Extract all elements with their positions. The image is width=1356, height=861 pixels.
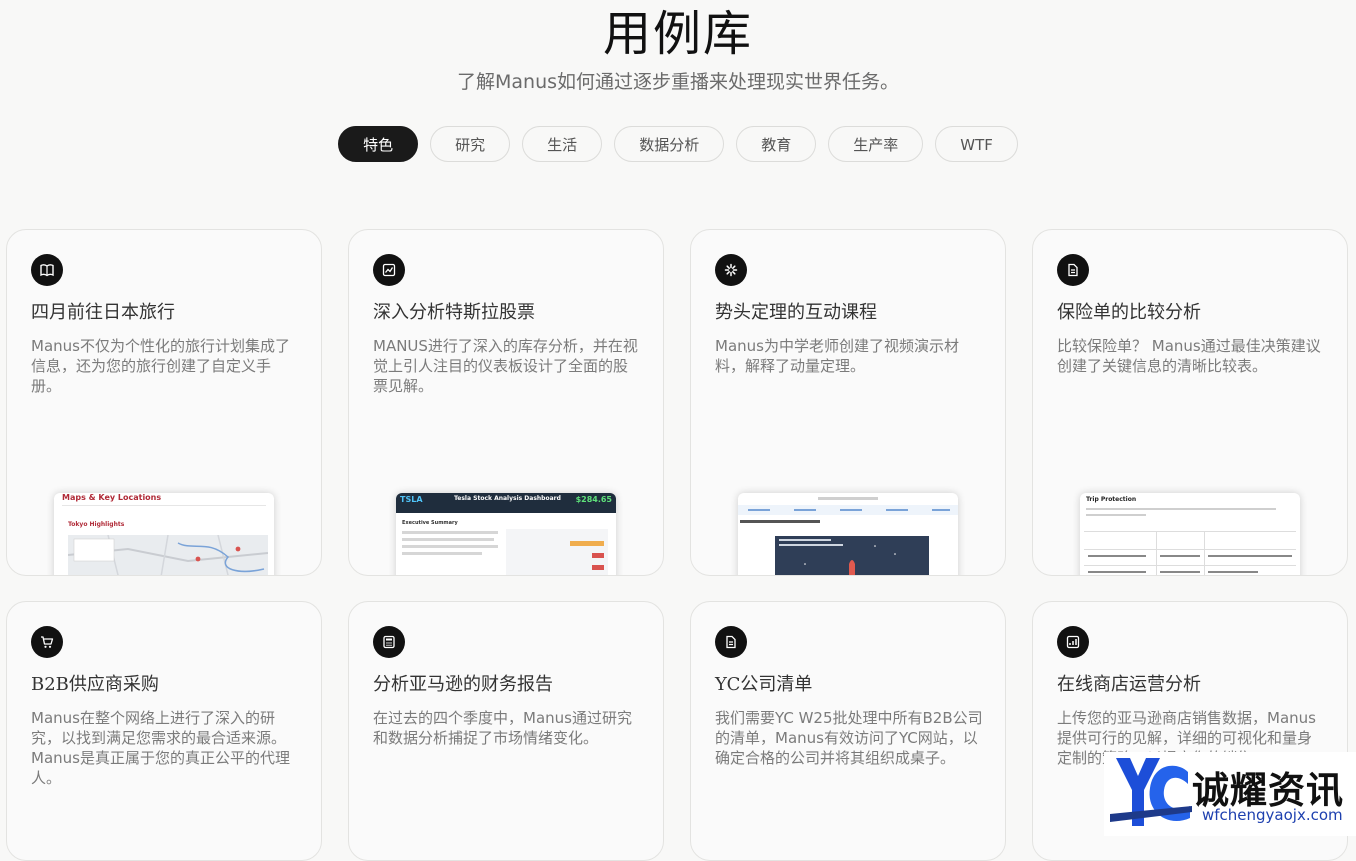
card-title: 四月前往日本旅行 [31, 302, 175, 323]
preview-heading: Tesla Stock Analysis Dashboard [454, 495, 561, 502]
tab-productivity[interactable]: 生产率 [828, 126, 924, 162]
card-description: Manus不仅为个性化的旅行计划集成了信息，还为您的旅行创建了自定义手册。 [31, 337, 290, 395]
category-tabs: 特色 研究 生活 数据分析 教育 生产率 WTF [0, 126, 1356, 162]
watermark-logo: 诚耀资讯 wfchengyaojx.com [1104, 752, 1356, 836]
card-description: Manus为中学老师创建了视频演示材料，解释了动量定理。 [715, 337, 959, 375]
use-case-card-b2b-sourcing[interactable]: B2B供应商采购 Manus在整个网络上进行了深入的研究，以找到满足您需求的最合… [6, 601, 322, 861]
map-preview [67, 534, 269, 575]
page-subtitle: 了解Manus如何通过逐步重播来处理现实世界任务。 [456, 71, 900, 93]
card-description: Manus在整个网络上进行了深入的研究，以找到满足您需求的最合适来源。 Manu… [31, 709, 290, 787]
card-description: 比较保险单？ Manus通过最佳决策建议创建了关键信息的清晰比较表。 [1057, 337, 1321, 375]
card-preview-image: Maps & Key Locations Tokyo Highlights [54, 493, 274, 575]
rocket-animation-preview [775, 536, 929, 575]
card-title: 深入分析特斯拉股票 [373, 302, 535, 323]
preview-ticker: TSLA [400, 495, 423, 504]
tab-featured[interactable]: 特色 [338, 126, 419, 162]
watermark-emblem-icon [1110, 758, 1192, 826]
use-case-card-momentum-course[interactable]: 势头定理的互动课程 Manus为中学老师创建了视频演示材料，解释了动量定理。 [690, 229, 1006, 576]
use-case-card-japan-trip[interactable]: 四月前往日本旅行 Manus不仅为个性化的旅行计划集成了信息，还为您的旅行创建了… [6, 229, 322, 576]
preview-heading: Maps & Key Locations [62, 493, 162, 502]
watermark-url: wfchengyaojx.com [1202, 806, 1343, 824]
card-description: 在过去的四个季度中，Manus通过研究和数据分析捕捉了市场情绪变化。 [373, 709, 632, 747]
use-case-card-insurance-compare[interactable]: 保险单的比较分析 比较保险单？ Manus通过最佳决策建议创建了关键信息的清晰比… [1032, 229, 1348, 576]
card-description: 我们需要YC W25批处理中所有B2B公司的清单，Manus有效访问了YC网站，… [715, 709, 983, 767]
use-case-card-tesla-stock[interactable]: 深入分析特斯拉股票 MANUS进行了深入的库存分析，并在视觉上引人注目的仪表板设… [348, 229, 664, 576]
tab-life[interactable]: 生活 [522, 126, 603, 162]
preview-price: $284.65 [575, 495, 612, 504]
analytics-icon [1057, 626, 1089, 658]
document-icon [1057, 254, 1089, 286]
card-title: 在线商店运营分析 [1057, 674, 1201, 695]
preview-section: Executive Summary [402, 520, 458, 526]
sparkle-icon [715, 254, 747, 286]
preview-subheading: Tokyo Highlights [68, 521, 125, 528]
cart-icon [31, 626, 63, 658]
tab-research[interactable]: 研究 [430, 126, 511, 162]
card-title: 势头定理的互动课程 [715, 302, 877, 323]
card-preview-image [738, 493, 958, 575]
card-title: 分析亚马逊的财务报告 [373, 674, 553, 695]
card-title: YC公司清单 [715, 674, 813, 695]
tab-wtf[interactable]: WTF [935, 126, 1018, 162]
card-title: 保险单的比较分析 [1057, 302, 1201, 323]
tab-data-analysis[interactable]: 数据分析 [614, 126, 725, 162]
card-title: B2B供应商采购 [31, 674, 159, 695]
card-preview-image: TSLA Tesla Stock Analysis Dashboard $284… [396, 493, 616, 575]
preview-heading: Trip Protection [1086, 496, 1137, 503]
calculator-icon [373, 626, 405, 658]
use-case-card-yc-list[interactable]: YC公司清单 我们需要YC W25批处理中所有B2B公司的清单，Manus有效访… [690, 601, 1006, 861]
book-icon [31, 254, 63, 286]
card-preview-image: Trip Protection [1080, 493, 1300, 575]
use-case-card-amazon-financials[interactable]: 分析亚马逊的财务报告 在过去的四个季度中，Manus通过研究和数据分析捕捉了市场… [348, 601, 664, 861]
card-description: MANUS进行了深入的库存分析，并在视觉上引人注目的仪表板设计了全面的股票见解。 [373, 337, 638, 395]
document-icon [715, 626, 747, 658]
chart-icon [373, 254, 405, 286]
page-title: 用例库 [602, 6, 753, 62]
comparison-table-preview [1084, 531, 1296, 575]
tab-education[interactable]: 教育 [736, 126, 817, 162]
